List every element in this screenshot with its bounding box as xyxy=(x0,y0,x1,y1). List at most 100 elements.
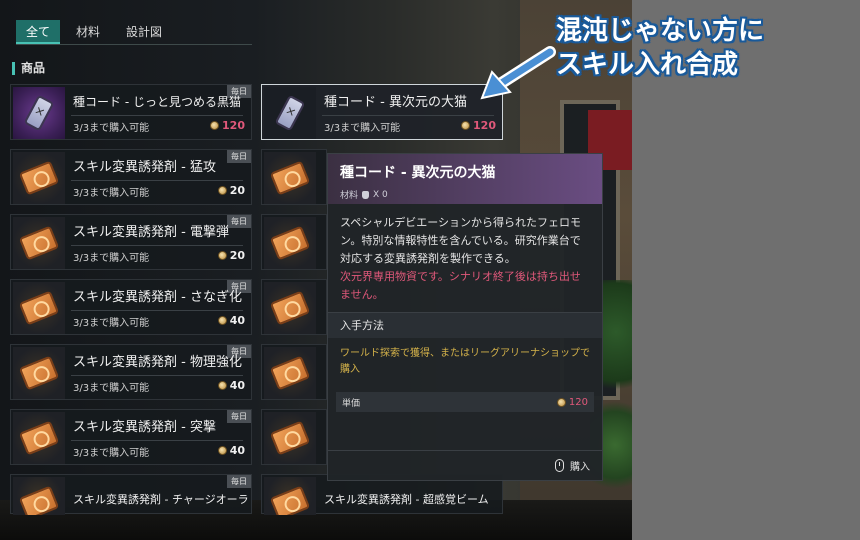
ticket-icon xyxy=(269,355,311,391)
price-value: 40 xyxy=(229,314,245,327)
unit-price: 120 xyxy=(556,396,588,408)
tooltip-footer: 購入 xyxy=(328,450,602,480)
item-name: スキル変異誘発剤 - 電撃弾 xyxy=(73,225,229,240)
ticket-icon xyxy=(18,420,60,456)
shop-item-card[interactable]: 毎日 スキル変異誘発剤 - チャージオーラ xyxy=(10,474,252,515)
ticket-icon xyxy=(269,485,311,515)
ticket-icon xyxy=(269,160,311,196)
item-description: スペシャルデビエーションから得られたフェロモン。特別な情報特性を含んでいる。研究… xyxy=(340,216,582,265)
shop-item-card[interactable]: 毎日 スキル変異誘発剤 - 突撃 3/3まで購入可能 40 xyxy=(10,409,252,465)
coin-icon xyxy=(217,316,227,325)
item-name: スキル変異誘発剤 - さなぎ化 xyxy=(73,290,242,305)
item-price: 20 xyxy=(217,249,245,262)
ticket-icon xyxy=(269,225,311,261)
item-thumbnail xyxy=(264,347,316,399)
item-thumbnail xyxy=(13,477,65,515)
divider xyxy=(71,245,243,246)
bag-icon xyxy=(362,190,370,199)
item-thumbnail xyxy=(13,217,65,269)
shop-item-card[interactable]: 毎日 スキル変異誘発剤 - 猛攻 3/3まで購入可能 20 xyxy=(10,149,252,205)
annotation-arrow-icon xyxy=(480,46,556,100)
acquire-header: 入手方法 xyxy=(328,312,602,338)
item-thumbnail xyxy=(13,152,65,204)
purchase-limit: 3/3まで購入可能 xyxy=(324,123,401,134)
ticket-icon xyxy=(18,355,60,391)
item-price: 120 xyxy=(210,119,245,132)
tab-all[interactable]: 全て xyxy=(16,20,61,44)
category-tabs: 全て 材料 設計図 xyxy=(16,20,172,44)
item-name: 種コード - 異次元の大猫 xyxy=(324,95,467,110)
item-price: 40 xyxy=(217,314,245,327)
tab-blueprints[interactable]: 設計図 xyxy=(116,20,172,44)
item-warning: 次元界専用物資です。シナリオ終了後は持ち出せません。 xyxy=(340,270,581,301)
coin-icon xyxy=(217,186,227,195)
shop-item-card[interactable]: 毎日 スキル変異誘発剤 - 物理強化 3/3まで購入可能 40 xyxy=(10,344,252,400)
purchase-limit: 3/3まで購入可能 xyxy=(73,383,150,394)
coin-icon xyxy=(217,381,227,390)
tab-materials[interactable]: 材料 xyxy=(66,20,110,44)
purchase-limit: 3/3まで購入可能 xyxy=(73,253,150,264)
price-value: 120 xyxy=(473,119,496,132)
ticket-icon xyxy=(18,160,60,196)
section-title: 商品 xyxy=(12,62,45,75)
shop-item-card[interactable] xyxy=(261,344,327,400)
shop-item-card-selected[interactable]: 毎日 種コード - 異次元の大猫 3/3まで購入可能 120 xyxy=(261,84,503,140)
item-name: スキル変異誘発剤 - 超感覚ビーム xyxy=(324,493,489,506)
ticket-icon xyxy=(269,420,311,456)
item-detail-tooltip: 種コード - 異次元の大猫 材料 X 0 スペシャルデビエーションから得られたフ… xyxy=(327,153,603,481)
purchase-limit: 3/3まで購入可能 xyxy=(73,318,150,329)
item-price: 20 xyxy=(217,184,245,197)
shop-item-card[interactable] xyxy=(261,149,327,205)
item-name: スキル変異誘発剤 - 突撃 xyxy=(73,420,216,435)
purchase-limit: 3/3まで購入可能 xyxy=(73,448,150,459)
daily-badge: 毎日 xyxy=(227,150,251,163)
unit-price-label: 単価 xyxy=(342,398,361,409)
annotation-text: 混沌じゃない方に スキル入れ合成 xyxy=(556,14,764,82)
shop-item-card[interactable] xyxy=(261,279,327,335)
tooltip-title: 種コード - 異次元の大猫 xyxy=(340,165,496,181)
ticket-icon xyxy=(269,290,311,326)
vial-icon xyxy=(23,94,55,132)
purchase-limit: 3/3まで購入可能 xyxy=(73,123,150,134)
shop-item-card[interactable] xyxy=(261,409,327,465)
item-thumbnail xyxy=(13,87,65,139)
item-price: 40 xyxy=(217,379,245,392)
coin-icon xyxy=(217,251,227,260)
item-thumbnail xyxy=(264,412,316,464)
ticket-icon xyxy=(18,485,60,515)
daily-badge: 毎日 xyxy=(227,475,251,488)
coin-icon xyxy=(461,121,471,130)
annotation-line-1: 混沌じゃない方に xyxy=(556,16,765,46)
vial-icon xyxy=(274,94,306,132)
price-value: 20 xyxy=(229,184,245,197)
price-value: 40 xyxy=(229,444,245,457)
item-thumbnail xyxy=(264,477,316,515)
shop-item-card[interactable] xyxy=(261,214,327,270)
price-value: 40 xyxy=(229,379,245,392)
owned-count: X 0 xyxy=(373,189,388,200)
divider xyxy=(71,115,243,116)
shop-item-card[interactable]: 毎日 スキル変異誘発剤 - さなぎ化 3/3まで購入可能 40 xyxy=(10,279,252,335)
item-thumbnail xyxy=(264,87,316,139)
buy-button[interactable]: 購入 xyxy=(570,458,590,473)
item-thumbnail xyxy=(264,152,316,204)
item-name: スキル変異誘発剤 - チャージオーラ xyxy=(73,493,249,506)
item-thumbnail xyxy=(13,412,65,464)
item-thumbnail xyxy=(13,347,65,399)
divider xyxy=(322,115,494,116)
daily-badge: 毎日 xyxy=(227,410,251,423)
item-name: スキル変異誘発剤 - 猛攻 xyxy=(73,160,216,175)
acquire-text: ワールド探索で獲得、またはリーグアリーナショップで購入 xyxy=(340,348,590,375)
daily-badge: 毎日 xyxy=(227,215,251,228)
shop-item-card[interactable]: 毎日 スキル変異誘発剤 - 電撃弾 3/3まで購入可能 20 xyxy=(10,214,252,270)
shop-item-card[interactable]: 毎日 種コード - じっと見つめる黒猫 3/3まで購入可能 120 xyxy=(10,84,252,140)
divider xyxy=(71,375,243,376)
item-thumbnail xyxy=(264,217,316,269)
ticket-icon xyxy=(18,290,60,326)
item-name: 種コード - じっと見つめる黒猫 xyxy=(73,95,241,109)
annotation-line-2: スキル入れ合成 xyxy=(556,50,739,80)
tooltip-subtitle: 材料 X 0 xyxy=(340,188,590,202)
item-price: 40 xyxy=(217,444,245,457)
unit-price-value: 120 xyxy=(568,396,588,408)
price-value: 20 xyxy=(229,249,245,262)
